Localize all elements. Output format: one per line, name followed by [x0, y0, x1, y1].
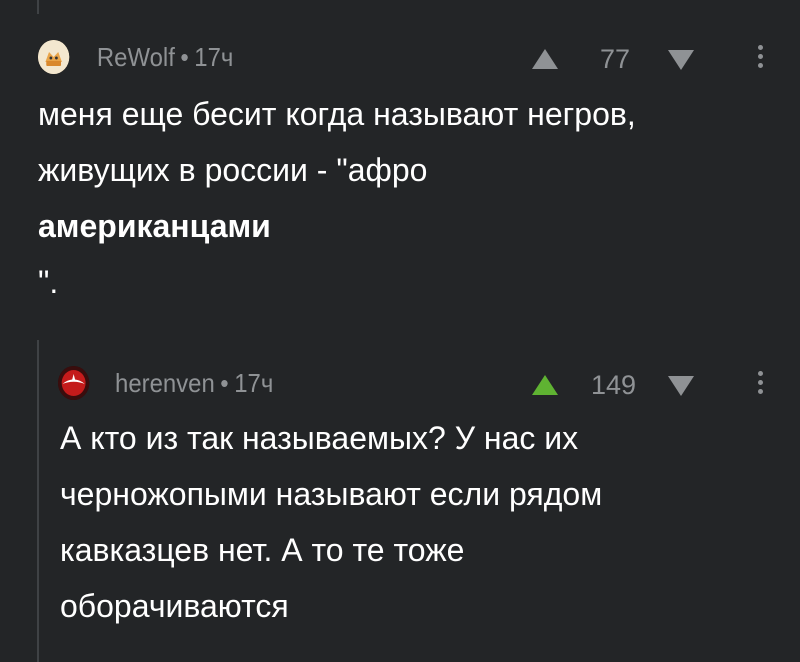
- comment-text-bold: американцами: [38, 208, 271, 244]
- avatar[interactable]: [38, 40, 70, 74]
- comment-text-line: кавказцев нет. А то те тоже: [60, 532, 465, 568]
- more-vertical-icon[interactable]: [758, 371, 764, 394]
- comment-text-line: А кто из так называемых? У нас их: [60, 420, 579, 456]
- comment-text-line: черножопыми называют если рядом: [60, 476, 603, 512]
- username[interactable]: herenven: [115, 368, 215, 399]
- meta-separator: •: [180, 41, 189, 72]
- arrow-up-icon[interactable]: [531, 373, 559, 397]
- thread-line-top: [37, 0, 39, 14]
- comment-body: меня еще бесит когда называют негров, жи…: [38, 86, 636, 310]
- avatar-image: [58, 366, 90, 400]
- comment-text-line: ".: [38, 264, 59, 300]
- comment-text-line: оборачиваются: [60, 588, 289, 624]
- arrow-down-icon[interactable]: [667, 374, 695, 398]
- username[interactable]: ReWolf: [97, 42, 175, 73]
- more-vertical-icon[interactable]: [758, 45, 764, 68]
- avatar-image: [38, 40, 70, 74]
- comment-body: А кто из так называемых? У нас их чернож…: [60, 410, 602, 634]
- thread-line-reply: [37, 340, 39, 662]
- comment-text-line: живущих в россии - "афро: [38, 152, 428, 188]
- comment-time: 17ч: [194, 41, 234, 72]
- arrow-down-icon[interactable]: [667, 48, 695, 72]
- comment-text-line: меня еще бесит когда называют негров,: [38, 96, 636, 132]
- score: 77: [599, 44, 630, 74]
- comment-meta: herenven • 17ч: [58, 366, 273, 400]
- arrow-up-icon[interactable]: [531, 47, 559, 71]
- score: 149: [590, 370, 636, 400]
- avatar[interactable]: [58, 366, 90, 400]
- comment-time: 17ч: [234, 367, 274, 398]
- meta-separator: •: [220, 367, 229, 398]
- comment-meta: ReWolf • 17ч: [38, 40, 233, 74]
